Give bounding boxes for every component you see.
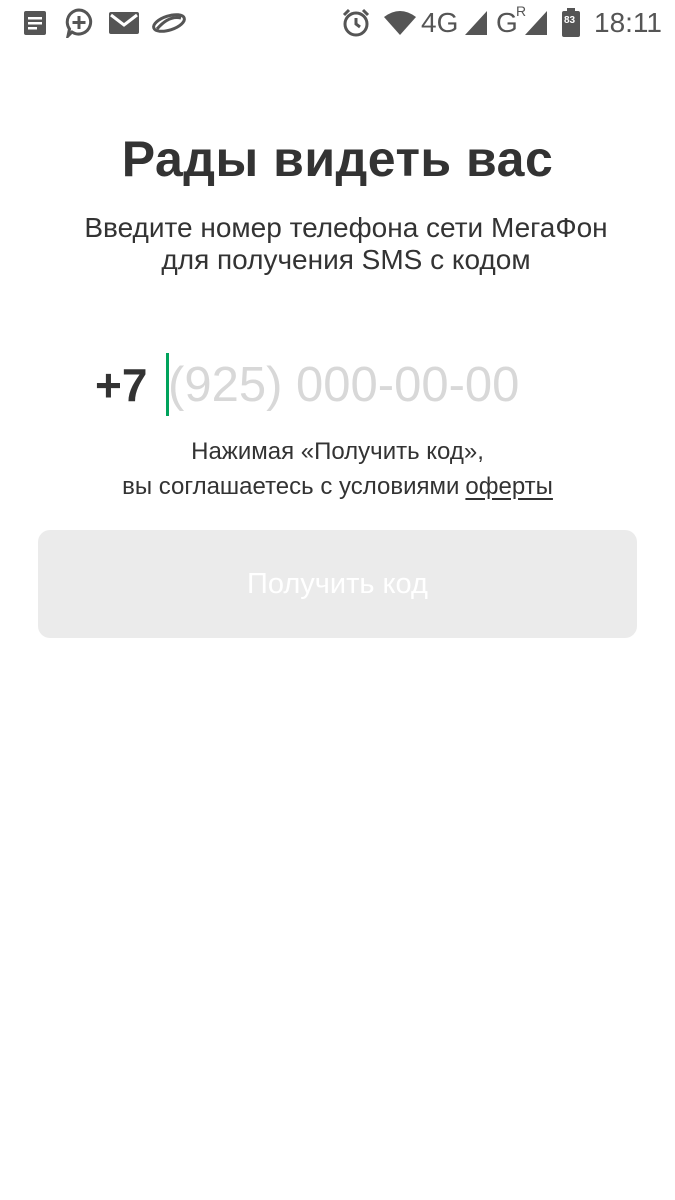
subtitle-line-2: для получения SMS с кодом	[161, 244, 531, 275]
phone-country-code: +7	[95, 359, 148, 411]
terms-notice: Нажимая «Получить код», вы соглашаетесь …	[0, 434, 675, 504]
wifi-icon	[382, 8, 418, 38]
signal-icon	[463, 8, 489, 38]
terms-line-2: вы соглашаетесь с условиями оферты	[0, 469, 675, 504]
page-title: Рады видеть вас	[121, 131, 554, 187]
signal-icon	[523, 8, 549, 38]
mail-icon	[107, 8, 141, 38]
terms-text: вы соглашаетесь с условиями	[122, 473, 460, 500]
cloud-icon	[150, 8, 188, 38]
clock-time: 18:11	[594, 7, 662, 38]
status-bar: 4G G R 83 18:11	[0, 0, 675, 46]
network-g-label: G	[496, 7, 518, 38]
subtitle-line-1: Введите номер телефона сети МегаФон	[84, 212, 608, 243]
offer-link[interactable]: оферты	[465, 473, 553, 500]
alarm-icon	[340, 8, 372, 38]
add-message-icon	[63, 8, 95, 38]
notes-icon	[22, 8, 48, 38]
page-subtitle: Введите номер телефона сети МегаФон для …	[0, 212, 675, 276]
network-4g-label: 4G	[421, 7, 459, 38]
battery-level-label: 83	[564, 15, 576, 26]
get-code-button[interactable]: Получить код	[38, 530, 637, 638]
phone-input-row: +7	[0, 352, 675, 422]
phone-number-input[interactable]	[168, 354, 638, 416]
terms-line-1: Нажимая «Получить код»,	[191, 438, 484, 465]
